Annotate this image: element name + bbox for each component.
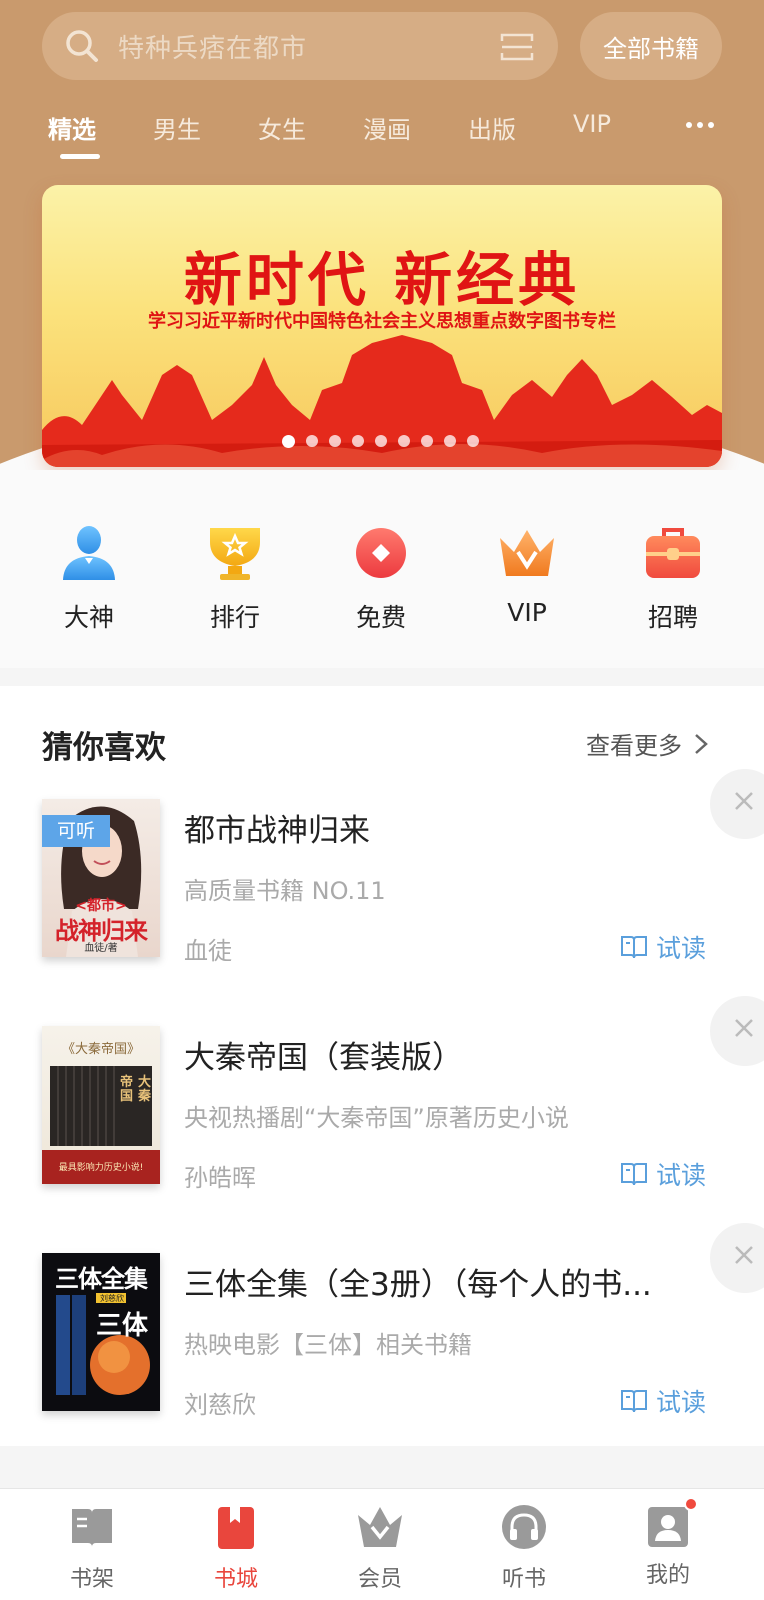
close-icon bbox=[735, 1019, 753, 1037]
bookstore-icon bbox=[218, 1507, 254, 1549]
book-item[interactable]: 可听 <都市> 战神归来 血徒/著 都市战神归来 高质量书籍 NO.11 血徒 … bbox=[0, 769, 764, 999]
cover-text: 血徒/著 bbox=[84, 943, 118, 954]
book-author: 血徒 bbox=[184, 937, 232, 965]
notification-dot bbox=[684, 1497, 698, 1511]
nav-bookshelf[interactable]: 书架 bbox=[42, 1503, 142, 1593]
promo-banner[interactable]: 新时代 新经典 学习习近平新时代中国特色社会主义思想重点数字图书专栏 bbox=[42, 185, 722, 467]
book-title[interactable]: 都市战神归来 bbox=[184, 805, 724, 850]
cover-text: 最具影响力历史小说! bbox=[58, 1163, 144, 1173]
quick-links: 大神 排行 免费 VIP 招聘 bbox=[0, 470, 764, 668]
tab-male[interactable]: 男生 bbox=[153, 110, 201, 145]
nav-label: 听书 bbox=[501, 1567, 546, 1592]
try-read-button[interactable]: 试读 bbox=[620, 929, 706, 965]
chevron-right-icon bbox=[695, 733, 708, 754]
tab-publishing[interactable]: 出版 bbox=[468, 110, 516, 145]
banner-subtitle: 学习习近平新时代中国特色社会主义思想重点数字图书专栏 bbox=[148, 311, 616, 332]
tab-active-indicator bbox=[60, 154, 100, 159]
quick-link-free[interactable]: 免费 bbox=[326, 522, 436, 634]
category-tabs: 精选 男生 女生 漫画 出版 VIP bbox=[0, 104, 764, 164]
book-author: 孙皓晖 bbox=[184, 1164, 256, 1192]
book-author: 刘慈欣 bbox=[184, 1391, 256, 1419]
cover-text: 三体 bbox=[95, 1311, 148, 1341]
view-more-link[interactable]: 查看更多 bbox=[586, 726, 708, 761]
more-tabs-icon[interactable] bbox=[686, 122, 714, 128]
book-title[interactable]: 三体全集（全3册）（每个人的书... bbox=[184, 1259, 724, 1304]
briefcase-icon bbox=[646, 528, 700, 578]
bookshelf-icon bbox=[72, 1509, 112, 1547]
book-description: 热映电影【三体】相关书籍 bbox=[184, 1331, 472, 1359]
view-more-label: 查看更多 bbox=[586, 732, 682, 760]
book-title[interactable]: 大秦帝国（套装版） bbox=[184, 1032, 724, 1077]
search-icon bbox=[66, 30, 98, 62]
headphones-icon bbox=[502, 1505, 546, 1549]
audio-badge: 可听 bbox=[42, 815, 110, 847]
close-icon bbox=[735, 792, 753, 810]
try-read-label: 试读 bbox=[656, 1388, 707, 1417]
quick-link-label: VIP bbox=[507, 598, 547, 627]
try-read-label: 试读 bbox=[656, 1161, 707, 1190]
member-icon bbox=[358, 1507, 402, 1547]
person-icon bbox=[63, 526, 115, 580]
tab-featured[interactable]: 精选 bbox=[48, 110, 96, 145]
quick-link-label: 招聘 bbox=[647, 603, 698, 632]
quick-link-label: 大神 bbox=[63, 603, 114, 632]
nav-membership[interactable]: 会员 bbox=[330, 1503, 430, 1593]
cover-text: 刘慈欣 bbox=[100, 1294, 124, 1303]
try-read-label: 试读 bbox=[656, 934, 707, 963]
book-cover[interactable]: 三体全集 刘慈欣 三体 bbox=[42, 1253, 160, 1411]
open-book-icon bbox=[621, 936, 647, 959]
book-cover[interactable]: 《大秦帝国》 大秦 帝国 最具影响力历史小说! bbox=[42, 1026, 160, 1184]
bottom-navigation: 书架 书城 会员 听书 我的 bbox=[0, 1488, 764, 1600]
scan-icon[interactable] bbox=[500, 32, 534, 62]
search-placeholder: 特种兵痞在都市 bbox=[118, 33, 308, 64]
banner-title: 新时代 新经典 bbox=[183, 246, 581, 314]
recommendation-section: 猜你喜欢 查看更多 可听 <都市> 战神归来 血徒/著 都市战神归来 高质量书籍… bbox=[0, 686, 764, 1446]
nav-label: 会员 bbox=[357, 1567, 402, 1592]
close-icon bbox=[735, 1246, 753, 1264]
crown-icon bbox=[500, 530, 554, 576]
carousel-indicator bbox=[282, 435, 479, 448]
nav-audiobooks[interactable]: 听书 bbox=[474, 1503, 574, 1593]
cover-text: 大秦 bbox=[138, 1075, 152, 1104]
book-description: 央视热播剧“大秦帝国”原著历史小说 bbox=[184, 1104, 569, 1132]
open-book-icon bbox=[621, 1163, 647, 1186]
quick-link-label: 免费 bbox=[355, 603, 406, 632]
try-read-button[interactable]: 试读 bbox=[620, 1383, 706, 1419]
book-cover[interactable]: 可听 <都市> 战神归来 血徒/著 bbox=[42, 799, 160, 957]
quick-link-jobs[interactable]: 招聘 bbox=[618, 522, 728, 634]
book-item[interactable]: 三体全集 刘慈欣 三体 三体全集（全3册）（每个人的书... 热映电影【三体】相… bbox=[0, 1223, 764, 1453]
search-row: 特种兵痞在都市 全部书籍 bbox=[0, 12, 764, 82]
search-input[interactable]: 特种兵痞在都市 bbox=[42, 12, 558, 80]
nav-label: 书架 bbox=[69, 1567, 114, 1592]
profile-icon-wrap bbox=[644, 1497, 698, 1551]
open-book-icon bbox=[621, 1390, 647, 1413]
nav-label: 书城 bbox=[213, 1567, 258, 1592]
tab-female[interactable]: 女生 bbox=[258, 110, 306, 145]
tab-comics[interactable]: 漫画 bbox=[363, 110, 411, 145]
quick-link-vip[interactable]: VIP bbox=[472, 522, 582, 627]
nav-bookstore[interactable]: 书城 bbox=[186, 1503, 286, 1593]
quick-link-ranking[interactable]: 排行 bbox=[180, 522, 290, 634]
cover-text: 帝国 bbox=[120, 1075, 134, 1104]
quick-link-masters[interactable]: 大神 bbox=[34, 522, 144, 634]
book-item[interactable]: 《大秦帝国》 大秦 帝国 最具影响力历史小说! 大秦帝国（套装版） 央视热播剧“… bbox=[0, 996, 764, 1226]
trophy-icon bbox=[210, 528, 260, 580]
nav-profile[interactable]: 我的 bbox=[618, 1497, 718, 1589]
tab-vip[interactable]: VIP bbox=[573, 110, 611, 138]
nav-label: 我的 bbox=[645, 1563, 690, 1588]
quick-link-label: 排行 bbox=[209, 603, 260, 632]
all-books-button[interactable]: 全部书籍 bbox=[580, 12, 722, 80]
book-description: 高质量书籍 NO.11 bbox=[184, 877, 386, 905]
try-read-button[interactable]: 试读 bbox=[620, 1156, 706, 1192]
section-title: 猜你喜欢 bbox=[42, 730, 166, 766]
profile-icon bbox=[648, 1507, 688, 1547]
free-icon bbox=[356, 528, 406, 578]
